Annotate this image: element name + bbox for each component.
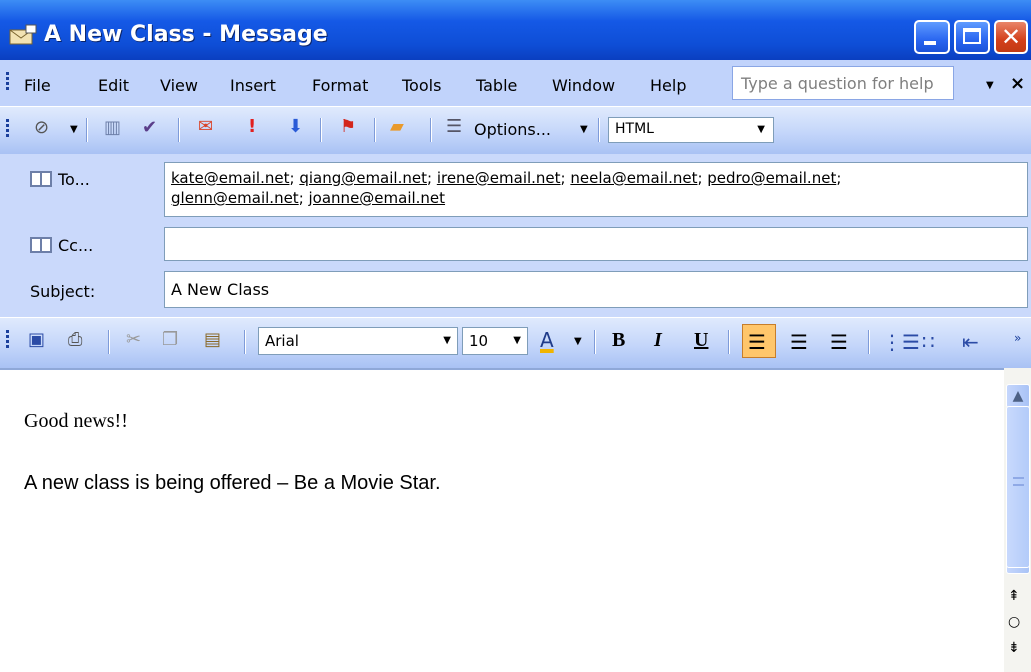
close-icon: ✕ [1000, 23, 1022, 51]
body-greeting: Good news!! [24, 410, 128, 432]
message-icon [9, 24, 37, 45]
check-names-icon[interactable]: ✔ [142, 118, 157, 138]
title-bar[interactable]: A New Class - Message ✕ [0, 0, 1031, 60]
paste-icon[interactable]: ▤ [204, 330, 221, 350]
address-book-icon [30, 237, 52, 253]
font-family-select[interactable]: Arial ▼ [258, 327, 458, 355]
options-button[interactable]: Options... [474, 120, 551, 139]
menu-grip[interactable] [6, 72, 10, 92]
previous-item-icon[interactable]: ⇞ [1008, 588, 1020, 604]
underline-button[interactable]: U [694, 328, 708, 352]
recipient[interactable]: joanne@email.net [309, 189, 446, 207]
scroll-up-icon[interactable]: ▲ [1006, 384, 1030, 408]
cut-icon[interactable]: ✂ [126, 330, 141, 350]
cc-button[interactable]: Cc... [30, 236, 93, 255]
toolbar-grip[interactable] [6, 119, 10, 139]
message-body[interactable] [0, 368, 1004, 672]
importance-high-icon[interactable]: ! [248, 117, 256, 137]
font-size-select[interactable]: 10 ▼ [462, 327, 528, 355]
minimize-icon [924, 41, 936, 45]
font-color-button[interactable]: A [540, 328, 554, 352]
attach-dropdown-icon[interactable]: ▼ [70, 124, 78, 135]
menu-edit[interactable]: Edit [98, 76, 129, 95]
address-book-icon [30, 171, 52, 187]
subject-field[interactable]: A New Class [164, 271, 1028, 308]
save-icon[interactable]: ▣ [28, 330, 45, 350]
recipient[interactable]: glenn@email.net [171, 189, 299, 207]
open-folder-icon[interactable]: ▰ [390, 117, 404, 137]
scrollbar-thumb[interactable] [1006, 406, 1030, 568]
message-window: A New Class - Message ✕ File Edit View I… [0, 0, 1031, 672]
minimize-button[interactable] [914, 20, 950, 54]
follow-up-flag-icon[interactable]: ⚑ [340, 117, 356, 137]
menu-table[interactable]: Table [476, 76, 517, 95]
help-dropdown-icon[interactable]: ▼ [986, 80, 994, 91]
recipient[interactable]: irene@email.net [437, 169, 561, 187]
to-field[interactable]: kate@email.net; qiang@email.net; irene@e… [164, 162, 1028, 217]
recipient[interactable]: qiang@email.net [299, 169, 427, 187]
browse-object-icon[interactable]: ○ [1008, 614, 1020, 630]
bullet-list-icon[interactable]: ∷ [922, 330, 935, 354]
body-text: A new class is being offered – Be a Movi… [24, 472, 441, 494]
to-button[interactable]: To... [30, 170, 90, 189]
align-center-icon[interactable]: ☰ [790, 330, 808, 354]
chevron-down-icon: ▼ [513, 335, 521, 346]
recipient[interactable]: neela@email.net [570, 169, 697, 187]
subject-label: Subject: [30, 282, 96, 301]
toolbar-grip[interactable] [6, 330, 10, 350]
signature-envelope-icon[interactable]: ✉ [198, 117, 213, 137]
toolbar-overflow-icon[interactable]: » [1014, 326, 1021, 350]
maximize-button[interactable] [954, 20, 990, 54]
menu-file[interactable]: File [24, 76, 51, 95]
menu-window[interactable]: Window [552, 76, 615, 95]
close-doc-icon[interactable]: × [1010, 73, 1025, 94]
copy-icon[interactable]: ❐ [162, 330, 178, 350]
options-icon[interactable]: ☰ [446, 117, 462, 137]
menu-format[interactable]: Format [312, 76, 368, 95]
menu-help[interactable]: Help [650, 76, 686, 95]
close-button[interactable]: ✕ [994, 20, 1028, 54]
chevron-down-icon: ▼ [757, 124, 765, 135]
importance-low-icon[interactable]: ⬇ [288, 117, 303, 137]
next-item-icon[interactable]: ⇟ [1008, 640, 1020, 656]
align-left-icon: ☰ [748, 330, 766, 354]
decrease-indent-icon[interactable]: ⇤ [962, 330, 979, 354]
chevron-down-icon: ▼ [443, 335, 451, 346]
recipient[interactable]: pedro@email.net [707, 169, 836, 187]
bold-button[interactable]: B [612, 328, 625, 352]
address-book-icon[interactable]: ▥ [104, 118, 121, 138]
help-search-input[interactable]: Type a question for help [732, 66, 954, 100]
options-dropdown-icon[interactable]: ▼ [580, 124, 588, 135]
italic-button[interactable]: I [654, 328, 662, 352]
cc-field[interactable] [164, 227, 1028, 261]
numbered-list-icon[interactable]: ⋮☰ [882, 330, 920, 354]
recipient[interactable]: kate@email.net [171, 169, 289, 187]
menu-insert[interactable]: Insert [230, 76, 276, 95]
align-right-icon[interactable]: ☰ [830, 330, 848, 354]
message-format-select[interactable]: HTML ▼ [608, 117, 774, 143]
menu-view[interactable]: View [160, 76, 198, 95]
print-icon[interactable]: ⎙ [68, 330, 82, 350]
maximize-icon [963, 28, 981, 44]
font-color-dropdown-icon[interactable]: ▼ [574, 336, 582, 347]
paperclip-icon[interactable]: ⊘ [34, 118, 49, 138]
menu-tools[interactable]: Tools [402, 76, 441, 95]
window-title: A New Class - Message [44, 22, 328, 47]
